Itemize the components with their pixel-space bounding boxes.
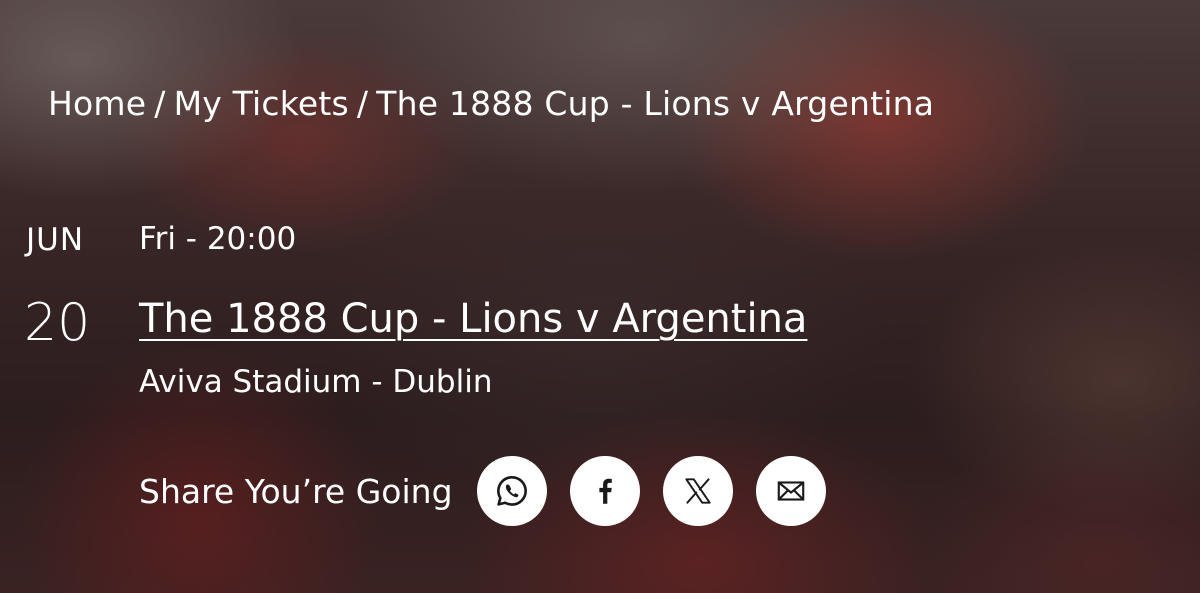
breadcrumb: Home / My Tickets / The 1888 Cup - Lions v A… (48, 84, 934, 123)
breadcrumb-separator: / (356, 84, 369, 123)
event-weekday-time: Fri - 20:00 (139, 221, 297, 257)
share-label: Share You’re Going (139, 471, 453, 511)
share-whatsapp-button[interactable] (476, 456, 547, 526)
event-header: Home / My Tickets / The 1888 Cup - Lions v A… (0, 0, 1200, 593)
x-icon (684, 478, 711, 504)
breadcrumb-separator: / (154, 84, 166, 123)
breadcrumb-my-tickets[interactable]: My Tickets (174, 84, 349, 123)
share-x-button[interactable] (662, 456, 733, 526)
breadcrumb-current: The 1888 Cup - Lions v Argentina (376, 84, 935, 123)
event-title-link[interactable]: The 1888 Cup - Lions v Argentina (139, 296, 807, 342)
facebook-icon (598, 478, 612, 504)
event-venue: Aviva Stadium - Dublin (139, 364, 493, 400)
event-day: 20 (24, 293, 91, 353)
share-email-button[interactable] (755, 456, 826, 526)
share-row: Share You’re Going (139, 456, 849, 526)
whatsapp-icon (496, 476, 527, 506)
email-icon (777, 481, 804, 501)
breadcrumb-home[interactable]: Home (48, 84, 146, 123)
share-facebook-button[interactable] (569, 456, 640, 526)
event-month: JUN (26, 222, 85, 258)
